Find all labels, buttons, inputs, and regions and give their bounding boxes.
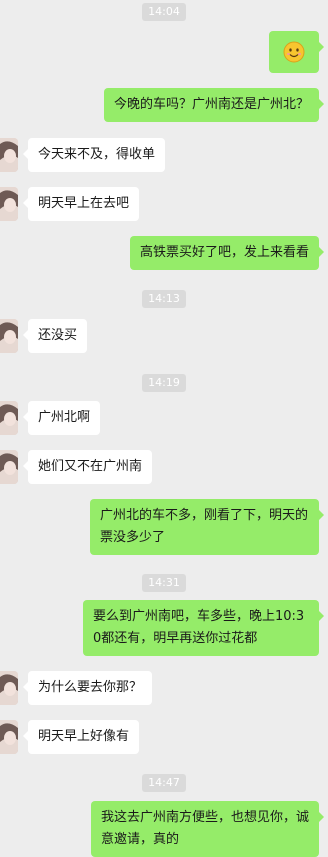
avatar-image-icon [0,319,18,353]
outgoing-message-bubble[interactable]: 广州北的车不多，刚看了下，明天的票没多少了 [90,499,324,555]
avatar-image-icon [0,671,18,705]
incoming-message-bubble[interactable]: 今天来不及，得收单 [22,138,166,172]
contact-avatar[interactable] [0,138,18,172]
avatar-image-icon [0,720,18,754]
contact-avatar[interactable] [0,720,18,754]
timestamp-label: 14:19 [142,374,186,392]
contact-avatar[interactable] [0,401,18,435]
timestamp-label: 14:47 [142,774,186,792]
outgoing-message-bubble[interactable]: 高铁票买好了吧，发上来看看 [129,236,325,270]
avatar-image-icon [0,187,18,221]
timestamp: 14:47 [0,771,328,792]
avatar-image-icon [0,401,18,435]
incoming-message-bubble[interactable]: 广州北啊 [22,401,101,435]
outgoing-message-bubble[interactable] [269,31,324,73]
incoming-message-bubble[interactable]: 她们又不在广州南 [22,450,153,484]
timestamp-label: 14:13 [142,290,186,308]
incoming-message-bubble[interactable]: 明天早上好像有 [22,720,140,754]
incoming-message-bubble[interactable]: 为什么要去你那？ [22,671,153,705]
contact-avatar[interactable] [0,319,18,353]
contact-avatar[interactable] [0,187,18,221]
contact-avatar[interactable] [0,450,18,484]
contact-avatar[interactable] [0,671,18,705]
incoming-message-bubble[interactable]: 明天早上在去吧 [22,187,140,221]
avatar-image-icon [0,450,18,484]
outgoing-message-bubble[interactable]: 今晚的车吗？广州南还是广州北？ [103,88,325,122]
chat-thread: 14:04 14:13 14:19 14:31 14:47 今晚的车吗？广州南还… [0,0,328,857]
timestamp-label: 14:31 [142,574,186,592]
incoming-message-bubble[interactable]: 还没买 [22,319,88,353]
timestamp: 14:19 [0,371,328,392]
outgoing-message-bubble[interactable]: 要么到广州南吧，车多些，晚上10:30都还有，明早再送你过花都 [83,600,324,656]
timestamp: 14:04 [0,0,328,21]
timestamp: 14:13 [0,287,328,308]
smile-emoji-icon [283,41,305,63]
timestamp: 14:31 [0,571,328,592]
outgoing-message-bubble[interactable]: 我这去广州南方便些，也想见你，诚意邀请，真的 [91,801,324,857]
timestamp-label: 14:04 [142,3,186,21]
avatar-image-icon [0,138,18,172]
